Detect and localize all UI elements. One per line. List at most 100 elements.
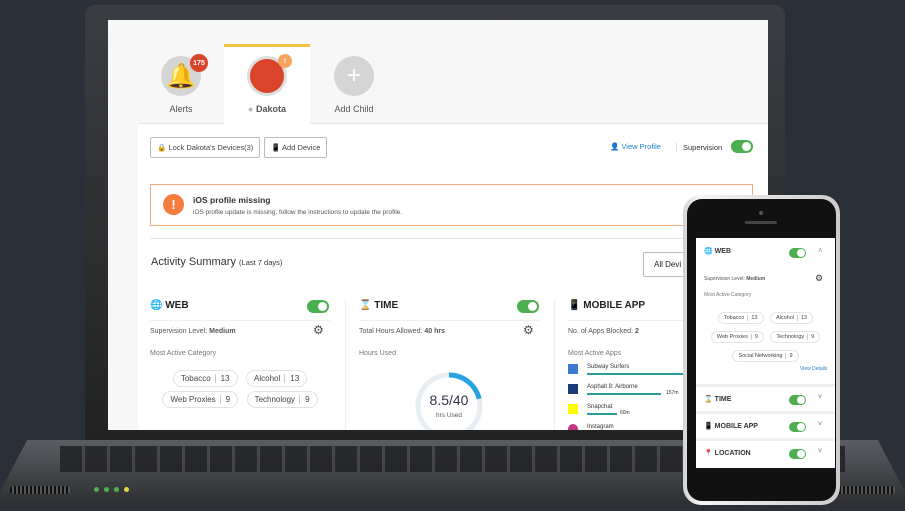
phone-category-chips: Tobacco 13 Alcohol 13 Web Proxies 9 Technol…	[700, 306, 831, 363]
divider	[359, 320, 539, 321]
tab-label: Add Child	[334, 104, 374, 114]
view-details-link[interactable]: View Details	[800, 366, 827, 372]
apps-blocked: No. of Apps Blocked: 2	[568, 328, 639, 335]
tab-label: Alerts	[169, 104, 193, 114]
usage-bar	[587, 373, 687, 375]
add-device-button[interactable]: 📱 Add Device	[264, 137, 328, 158]
divider	[554, 300, 555, 430]
chip-technology[interactable]: Technology 9	[246, 391, 318, 408]
location-toggle[interactable]	[789, 449, 806, 459]
device-icon: 📱	[271, 143, 281, 152]
hours-allowed: Total Hours Allowed: 40 hrs	[359, 328, 445, 335]
speaker-left	[10, 486, 70, 494]
title-text: Activity Summary	[151, 256, 236, 268]
divider	[150, 238, 753, 239]
phone-icon: 📱	[568, 300, 581, 311]
view-profile-link[interactable]: 👤 View Profile	[610, 142, 661, 151]
speaker-right	[835, 486, 895, 494]
category-chips: Tobacco 13 Alcohol 13 Web Proxies 9 Technol…	[150, 368, 330, 410]
phone-section-time[interactable]: ⌛ TIME ˅	[696, 384, 835, 411]
time-title: ⌛ TIME	[359, 300, 399, 311]
web-toggle[interactable]	[307, 300, 329, 313]
mobile-title: 📱 MOBILE APP	[568, 300, 646, 311]
phone-screen: 🌐 WEB ˄ Supervision Level: Medium ⚙ Most…	[696, 238, 835, 468]
category-label: Most Active Category	[150, 350, 217, 357]
phone-web-title: 🌐 WEB	[704, 248, 732, 255]
app-icon	[568, 404, 578, 414]
alert-title: iOS profile missing	[193, 195, 271, 205]
gear-icon[interactable]: ⚙	[313, 323, 324, 337]
chevron-down-icon: ˅	[818, 448, 823, 455]
gear-icon[interactable]: ⚙	[523, 323, 534, 337]
globe-icon: 🌐	[150, 300, 163, 311]
divider	[345, 300, 346, 430]
usage-bar	[587, 413, 617, 415]
web-title: 🌐 WEB	[150, 300, 189, 311]
phone-icon: 📱	[704, 423, 713, 430]
usage-bar	[587, 393, 661, 395]
app-icon	[568, 364, 578, 374]
chip-technology[interactable]: Technology 9	[770, 331, 821, 343]
location-pin-icon: 📍	[704, 450, 713, 457]
ios-alert: ! iOS profile missing iOS profile update…	[150, 184, 753, 226]
period-text: (Last 7 days)	[239, 258, 283, 267]
led	[94, 487, 99, 492]
phone-section-location[interactable]: 📍 LOCATION ˅	[696, 438, 835, 465]
divider	[150, 320, 330, 321]
chevron-down-icon: ˅	[818, 394, 823, 401]
child-panel: 🔒 Lock Dakota's Devices(3) 📱 Add Device …	[138, 124, 768, 430]
button-label: Lock Dakota's Devices(3)	[168, 143, 254, 152]
tab-dakota[interactable]: ! ● Dakota	[224, 44, 310, 125]
tab-add-child[interactable]: + Add Child	[311, 44, 397, 124]
gear-icon[interactable]: ⚙	[815, 273, 823, 284]
web-card: 🌐 WEB Supervision Level: Medium ⚙ Most A…	[150, 300, 330, 430]
phone-category-label: Most Active Category	[704, 292, 752, 298]
hourglass-icon: ⌛	[704, 396, 713, 403]
chip-web-proxies[interactable]: Web Proxies 9	[162, 391, 239, 408]
phone-frame: 🌐 WEB ˄ Supervision Level: Medium ⚙ Most…	[683, 195, 840, 505]
lock-icon: 🔒	[157, 143, 167, 152]
chip-tobacco[interactable]: Tobacco 13	[172, 370, 238, 387]
hours-used-unit: hrs Used	[435, 412, 462, 419]
led	[114, 487, 119, 492]
laptop-screen: 🔔 175 Alerts ! ● Dakota + Add Child 🔒 Lo…	[108, 20, 768, 430]
led	[104, 487, 109, 492]
chip-tobacco[interactable]: Tobacco 13	[717, 312, 764, 324]
supervision-level: Supervision Level: Medium	[150, 328, 236, 335]
warning-icon: !	[163, 194, 184, 215]
hourglass-icon: ⌛	[359, 300, 372, 311]
user-icon: 👤	[610, 142, 620, 151]
chevron-up-icon[interactable]: ˄	[818, 246, 823, 255]
time-card: ⌛ TIME Total Hours Allowed: 40 hrs ⚙ Hou…	[359, 300, 539, 430]
phone-web-toggle[interactable]	[789, 248, 806, 258]
tab-alerts[interactable]: 🔔 175 Alerts	[138, 44, 224, 124]
warning-badge: !	[278, 54, 292, 68]
hours-used-value: 8.5/40	[429, 392, 469, 408]
time-toggle[interactable]	[517, 300, 539, 313]
alert-message: iOS profile update is missing, follow th…	[193, 209, 403, 216]
phone-supervision-level: Supervision Level: Medium	[704, 276, 766, 282]
mobile-toggle[interactable]	[789, 422, 806, 432]
led	[124, 487, 129, 492]
child-tabs: 🔔 175 Alerts ! ● Dakota + Add Child	[138, 44, 768, 125]
chip-social-networking[interactable]: Social Networking 9	[732, 350, 799, 362]
button-label: Add Device	[282, 143, 321, 152]
time-toggle[interactable]	[789, 395, 806, 405]
status-dot: ●	[248, 104, 254, 114]
hours-used-label: Hours Used	[359, 350, 396, 357]
globe-icon: 🌐	[704, 248, 713, 255]
activity-title: Activity Summary (Last 7 days)	[151, 256, 282, 268]
supervision-toggle[interactable]	[731, 140, 753, 153]
camera	[759, 211, 763, 215]
link-label: View Profile	[621, 142, 661, 151]
app-icon	[568, 424, 578, 430]
supervision-label: Supervision	[676, 143, 722, 152]
tab-label: Dakota	[255, 104, 286, 114]
chip-alcohol[interactable]: Alcohol 13	[769, 312, 814, 324]
chip-alcohol[interactable]: Alcohol 13	[246, 370, 308, 387]
lock-devices-button[interactable]: 🔒 Lock Dakota's Devices(3)	[150, 137, 261, 158]
plus-icon: +	[334, 56, 374, 96]
app-icon	[568, 384, 578, 394]
phone-section-mobile-app[interactable]: 📱 MOBILE APP ˅	[696, 411, 835, 438]
chip-web-proxies[interactable]: Web Proxies 9	[710, 331, 764, 343]
